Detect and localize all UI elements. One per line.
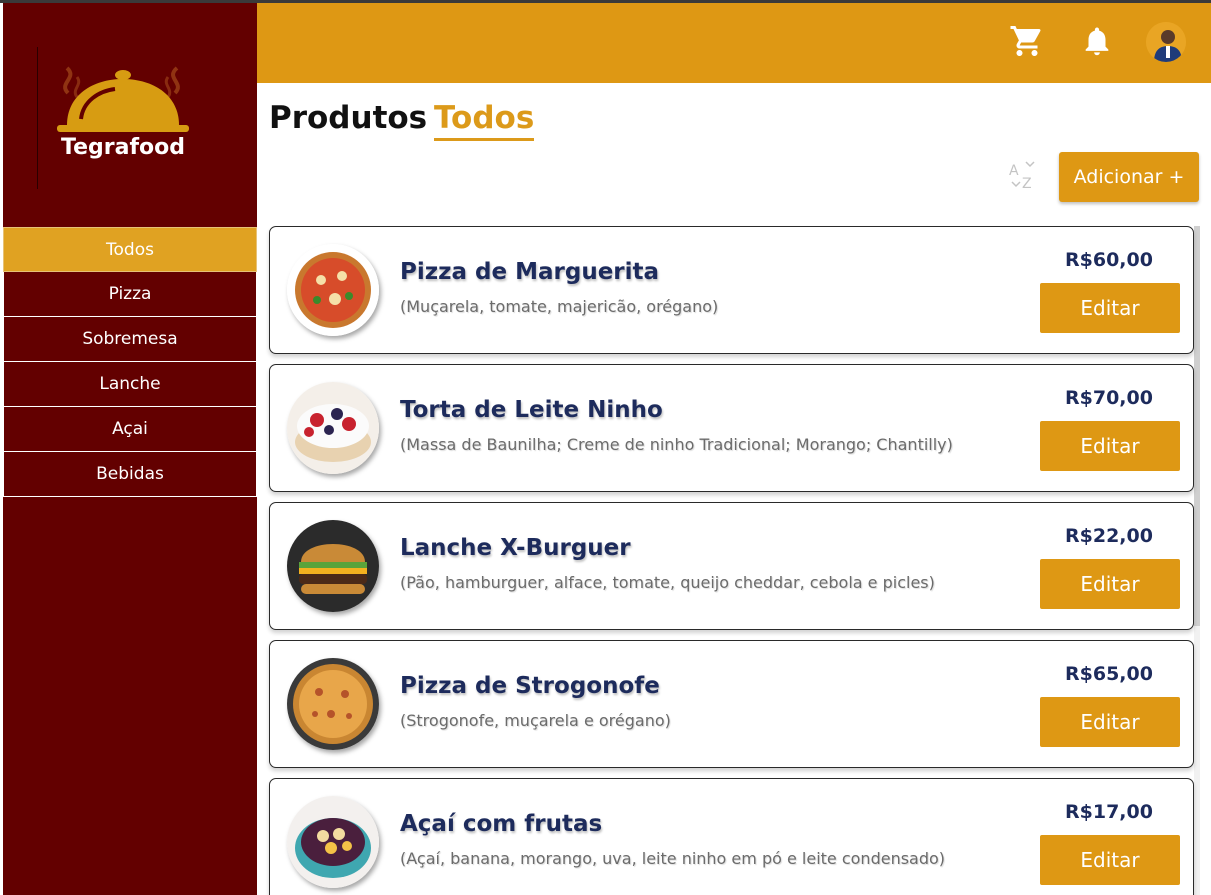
product-card: Açaí com frutas (Açaí, banana, morango, …	[269, 778, 1194, 895]
product-description: (Pão, hamburguer, alface, tomate, queijo…	[400, 573, 935, 592]
product-price: R$60,00	[1065, 249, 1153, 271]
sidebar-item-pizza[interactable]: Pizza	[3, 272, 257, 317]
category-nav: Todos Pizza Sobremesa Lanche Açai Bebida…	[3, 227, 257, 497]
page-subtitle-filter: Todos	[434, 100, 535, 141]
logo-text: Tegrafood	[61, 135, 185, 160]
top-header	[257, 3, 1211, 83]
page-title: Produtos	[269, 100, 428, 136]
product-price: R$70,00	[1065, 387, 1153, 409]
product-image-cake	[287, 382, 379, 474]
product-card: Lanche X-Burguer (Pão, hamburguer, alfac…	[269, 502, 1194, 630]
product-price: R$22,00	[1065, 525, 1153, 547]
add-product-button[interactable]: Adicionar +	[1059, 152, 1199, 202]
product-description: (Massa de Baunilha; Creme de ninho Tradi…	[400, 435, 953, 454]
product-card: Torta de Leite Ninho (Massa de Baunilha;…	[269, 364, 1194, 492]
edit-button[interactable]: Editar	[1040, 835, 1180, 885]
svg-text:Z: Z	[1022, 176, 1032, 192]
product-image-burger	[287, 520, 379, 612]
sidebar-item-lanche[interactable]: Lanche	[3, 362, 257, 407]
scrollbar-thumb[interactable]	[1194, 226, 1200, 626]
product-image-acai	[287, 796, 379, 888]
product-description: (Muçarela, tomate, majericão, orégano)	[400, 297, 719, 316]
product-name: Lanche X-Burguer	[400, 535, 631, 561]
product-name: Açaí com frutas	[400, 811, 603, 837]
edit-button[interactable]: Editar	[1040, 559, 1180, 609]
cloche-icon	[57, 66, 189, 132]
product-name: Pizza de Marguerita	[400, 259, 660, 285]
svg-text:A: A	[1009, 163, 1019, 179]
product-card: Pizza de Strogonofe (Strogonofe, muçarel…	[269, 640, 1194, 768]
bell-icon[interactable]	[1077, 21, 1117, 61]
product-price: R$65,00	[1065, 663, 1153, 685]
sidebar: Tegrafood Todos Pizza Sobremesa Lanche A…	[3, 3, 257, 895]
product-card: Pizza de Marguerita (Muçarela, tomate, m…	[269, 226, 1194, 354]
edit-button[interactable]: Editar	[1040, 697, 1180, 747]
sidebar-item-bebidas[interactable]: Bebidas	[3, 452, 257, 497]
edit-button[interactable]: Editar	[1040, 283, 1180, 333]
product-name: Pizza de Strogonofe	[400, 673, 660, 699]
sidebar-item-todos[interactable]: Todos	[3, 227, 257, 272]
avatar[interactable]	[1146, 22, 1186, 62]
logo: Tegrafood	[53, 63, 203, 173]
sort-az-icon[interactable]: A Z	[1006, 158, 1042, 194]
sidebar-item-acai[interactable]: Açai	[3, 407, 257, 452]
product-price: R$17,00	[1065, 801, 1153, 823]
product-description: (Açaí, banana, morango, uva, leite ninho…	[400, 849, 946, 868]
product-name: Torta de Leite Ninho	[400, 397, 663, 423]
edit-button[interactable]: Editar	[1040, 421, 1180, 471]
logo-divider	[37, 47, 38, 189]
cart-icon[interactable]	[1007, 21, 1047, 61]
sidebar-item-sobremesa[interactable]: Sobremesa	[3, 317, 257, 362]
product-image-pizza	[287, 244, 379, 336]
product-list: Pizza de Marguerita (Muçarela, tomate, m…	[269, 226, 1194, 895]
product-description: (Strogonofe, muçarela e orégano)	[400, 711, 671, 730]
product-image-pizza-strogonofe	[287, 658, 379, 750]
